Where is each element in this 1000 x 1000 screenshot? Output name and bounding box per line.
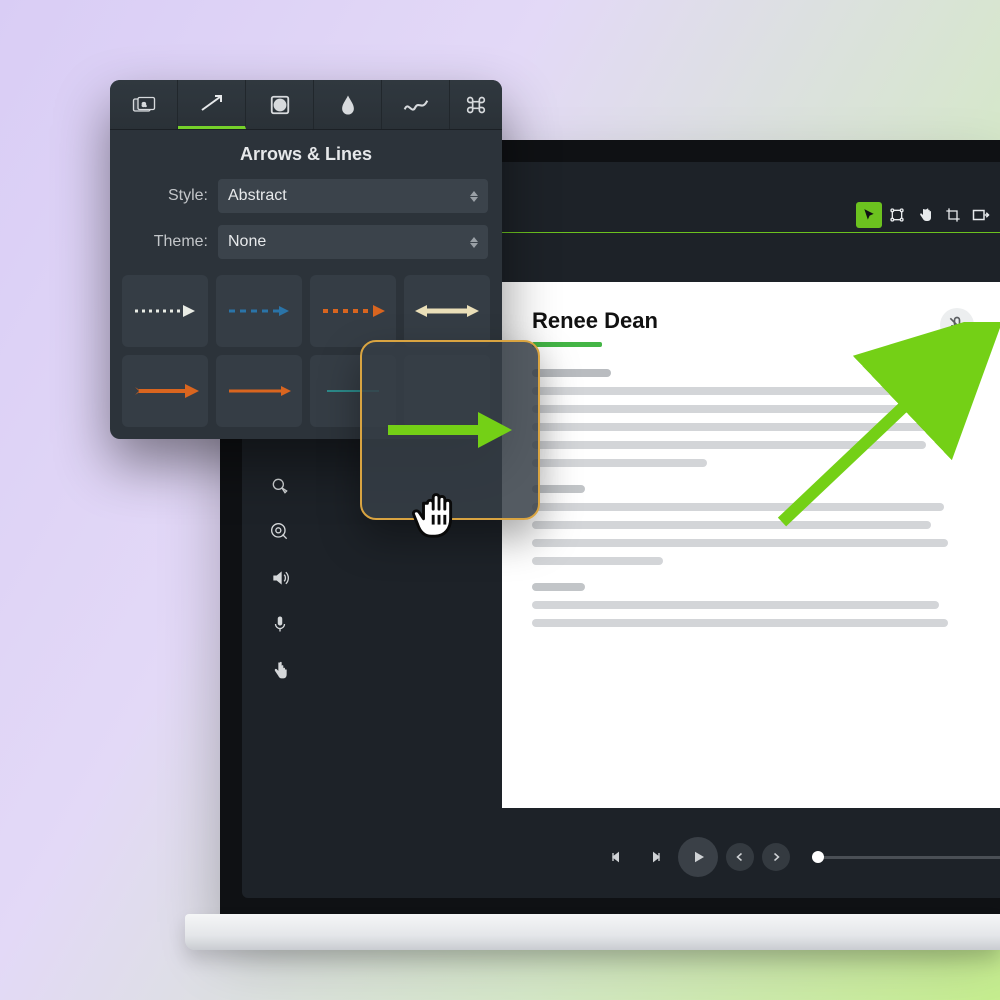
tab-shapes[interactable] (246, 80, 314, 129)
style-label: Style: (124, 187, 208, 205)
arrow-tile-dashed-orange[interactable] (310, 275, 396, 347)
palette-tabs: a (110, 80, 502, 130)
timeline-track[interactable] (812, 856, 1000, 859)
document-body (502, 347, 1000, 627)
playback-bar (242, 830, 1000, 884)
arrow-tile-double-white[interactable] (404, 275, 490, 347)
play-button[interactable] (678, 837, 718, 877)
bounding-tool-button[interactable] (884, 202, 910, 228)
left-tool-strip (260, 472, 300, 684)
arrow-tile-dotted-white[interactable] (122, 275, 208, 347)
arrow-tile-dashed-blue[interactable] (216, 275, 302, 347)
pointer-tool-button[interactable] (856, 202, 882, 228)
cursor-effects-button[interactable] (266, 472, 294, 500)
theme-select[interactable]: None (218, 225, 488, 259)
style-select[interactable]: Abstract (218, 179, 488, 213)
audio-button[interactable] (266, 564, 294, 592)
resize-tool-button[interactable] (968, 202, 994, 228)
prev-marker-button[interactable] (726, 843, 754, 871)
grab-cursor-icon (408, 480, 470, 542)
hand-tool-button[interactable] (912, 202, 938, 228)
tab-shortcuts[interactable] (450, 80, 502, 129)
step-back-button[interactable] (602, 842, 632, 872)
theme-value: None (228, 233, 266, 251)
arrow-tile-feather-orange[interactable] (122, 355, 208, 427)
theme-label: Theme: (124, 233, 208, 251)
top-toolbar (856, 200, 1000, 230)
tab-blur[interactable] (314, 80, 382, 129)
select-stepper-icon (470, 191, 478, 202)
crop-tool-button[interactable] (940, 202, 966, 228)
tab-text[interactable]: a (110, 80, 178, 129)
playhead[interactable] (812, 851, 824, 863)
palette-title: Arrows & Lines (110, 130, 502, 175)
style-value: Abstract (228, 187, 287, 205)
step-forward-button[interactable] (640, 842, 670, 872)
tab-freehand[interactable] (382, 80, 450, 129)
laptop-base (185, 914, 1000, 950)
mute-mic-icon[interactable] (940, 308, 974, 342)
interaction-button[interactable] (266, 656, 294, 684)
microphone-button[interactable] (266, 610, 294, 638)
canvas-document[interactable]: Renee Dean (502, 282, 1000, 808)
tab-arrows[interactable] (178, 80, 246, 129)
spotlight-button[interactable] (266, 518, 294, 546)
select-stepper-icon (470, 237, 478, 248)
next-marker-button[interactable] (762, 843, 790, 871)
arrow-tile-solid-orange[interactable] (216, 355, 302, 427)
document-title: Renee Dean (502, 282, 1000, 342)
